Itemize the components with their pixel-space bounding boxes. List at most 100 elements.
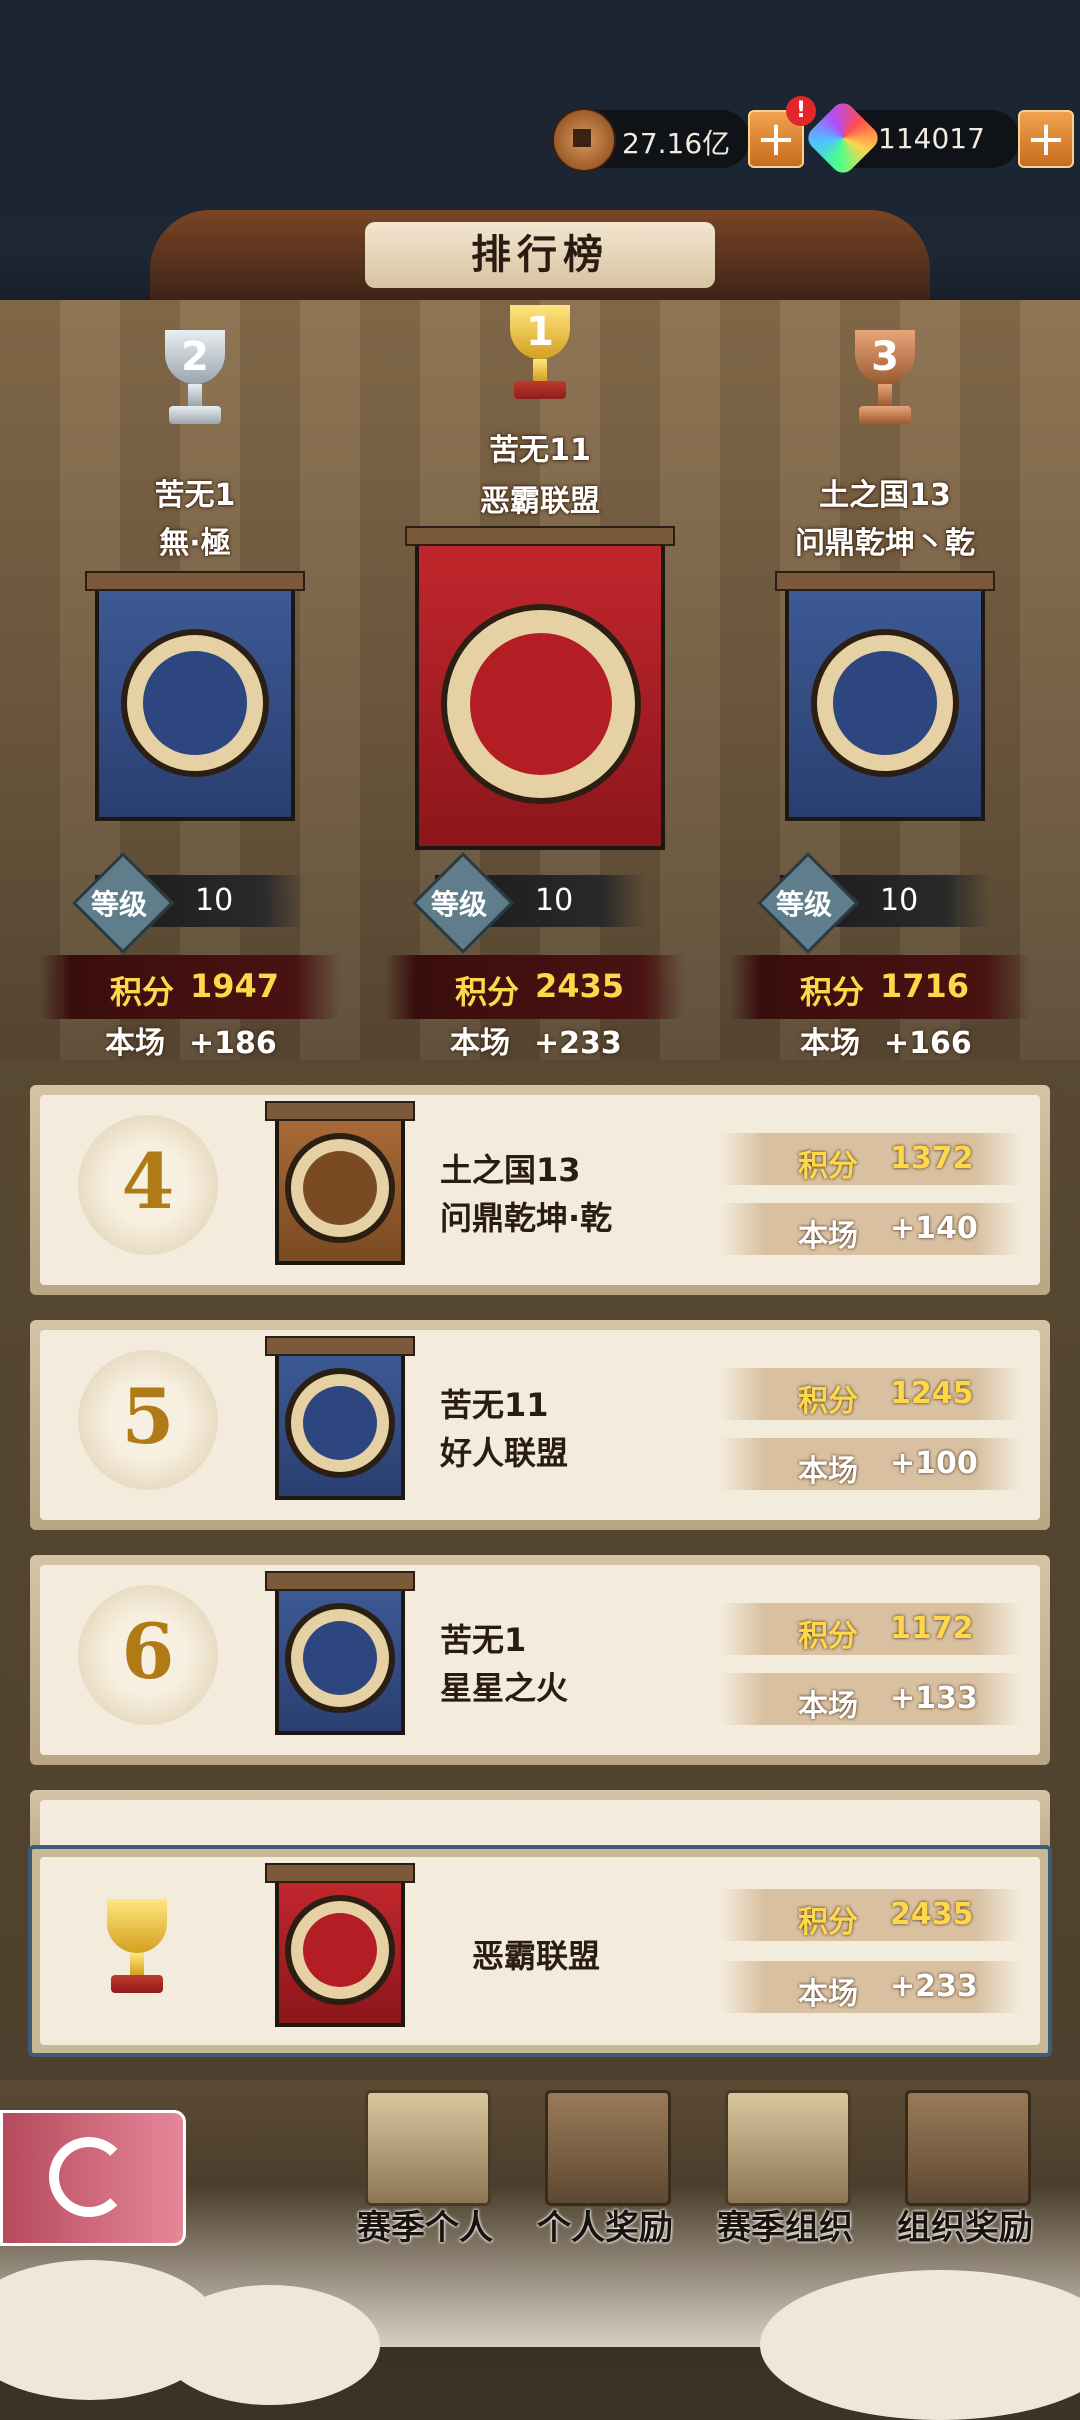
gain-bar: 本场 +140 (720, 1203, 1020, 1255)
server-name: 苦无11 (440, 1386, 549, 1424)
podium-rank: 3 (871, 334, 899, 380)
level-value: 10 (195, 883, 234, 918)
match-gain: 本场 +233 (450, 1018, 622, 1062)
score-bar: 积分 2435 (720, 1889, 1020, 1941)
score-label: 积分 (798, 1149, 858, 1184)
score-bar: 积分 1372 (720, 1133, 1020, 1185)
gain-label: 本场 (798, 1689, 858, 1724)
torii-emblem-icon (285, 1368, 395, 1478)
guild-banner[interactable] (265, 1101, 415, 1265)
guild-banner[interactable] (405, 526, 675, 850)
guild-name: 问鼎乾坤·乾 (440, 1199, 613, 1237)
score-value: 1947 (190, 967, 280, 1005)
moon-emblem-icon (285, 1603, 395, 1713)
level-label: 等级 (776, 888, 833, 921)
moon-emblem-icon (285, 1895, 395, 2005)
rank-flower: 5 (78, 1350, 218, 1490)
gift-box-icon (905, 2090, 1031, 2206)
level-badge: 等级 10 (412, 852, 645, 954)
menu-label: 组织奖励 (897, 2208, 1033, 2248)
match-gain: 本场 +186 (105, 1018, 277, 1062)
score-bar: 积分 1947 (40, 955, 340, 1019)
gain-value: +133 (890, 1681, 978, 1716)
gain-bar: 本场 +100 (720, 1438, 1020, 1490)
personal-reward-button[interactable]: 个人奖励 (525, 2080, 685, 2290)
page-title: 排行榜 (365, 222, 715, 288)
fan-emblem-icon (121, 629, 269, 777)
gold-trophy-icon: 1 (490, 305, 590, 405)
my-guild-row[interactable]: 恶霸联盟 积分 2435 本场 +233 (28, 1845, 1052, 2057)
rank-number: 6 (121, 1607, 175, 1696)
gain-label: 本场 (105, 1026, 165, 1061)
gain-bar: 本场 +233 (720, 1961, 1020, 2013)
season-guild-button[interactable]: 赛季组织 (705, 2080, 865, 2290)
podium-guild: 恶霸联盟 (480, 484, 600, 519)
guild-banner[interactable] (85, 571, 305, 821)
podium-rank: 1 (526, 309, 554, 355)
level-label: 等级 (431, 888, 488, 921)
guild-banner[interactable] (775, 571, 995, 821)
gain-bar: 本场 +133 (720, 1673, 1020, 1725)
guild-banner[interactable] (265, 1863, 415, 2027)
koi-emblem-icon (811, 629, 959, 777)
gain-label: 本场 (798, 1219, 858, 1254)
score-bar: 积分 1716 (730, 955, 1030, 1019)
score-label: 积分 (455, 973, 520, 1011)
list-item[interactable]: 4 土之国13 问鼎乾坤·乾 积分 1372 本场 +140 (30, 1085, 1050, 1295)
gain-value: +100 (890, 1446, 978, 1481)
podium-server: 苦无1 (154, 478, 236, 513)
gain-value: +166 (884, 1026, 972, 1061)
gem-amount: 114017 (878, 122, 985, 155)
gold-trophy-icon (87, 1899, 187, 1999)
rank-flower: 4 (78, 1115, 218, 1255)
silver-trophy-icon: 2 (145, 330, 245, 430)
server-name: 土之国13 (440, 1151, 581, 1189)
podium-icon (725, 2090, 851, 2206)
level-badge: 等级 10 (757, 852, 990, 954)
podium-icon (365, 2090, 491, 2206)
bronze-trophy-icon: 3 (835, 330, 935, 430)
guild-banner[interactable] (265, 1571, 415, 1735)
guild-name: 星星之火 (440, 1669, 569, 1707)
podium-server: 苦无11 (489, 433, 591, 468)
score-label: 积分 (798, 1384, 858, 1419)
gain-value: +186 (189, 1026, 277, 1061)
level-value: 10 (535, 883, 574, 918)
podium-server: 土之国13 (819, 478, 951, 513)
score-label: 积分 (798, 1905, 858, 1940)
swirl-icon (49, 2137, 129, 2217)
rank-number: 5 (121, 1372, 175, 1461)
add-gems-button[interactable]: + (1018, 110, 1074, 168)
guild-name: 好人联盟 (440, 1434, 569, 1472)
guild-name: 恶霸联盟 (472, 1937, 601, 1975)
moon-emblem-icon (441, 604, 641, 804)
back-button[interactable] (0, 2110, 186, 2246)
guild-banner[interactable] (265, 1336, 415, 1500)
guild-reward-button[interactable]: 组织奖励 (885, 2080, 1045, 2290)
gain-value: +233 (890, 1969, 978, 2004)
podium-guild: 無·極 (159, 526, 231, 561)
rank-flower: 6 (78, 1585, 218, 1725)
podium-guild: 问鼎乾坤丶乾 (795, 526, 975, 561)
bird-emblem-icon (285, 1133, 395, 1243)
gain-value: +140 (890, 1211, 978, 1246)
gain-label: 本场 (798, 1454, 858, 1489)
season-personal-button[interactable]: 赛季个人 (345, 2080, 505, 2290)
list-item[interactable]: 6 苦无1 星星之火 积分 1172 本场 +133 (30, 1555, 1050, 1765)
score-label: 积分 (800, 973, 865, 1011)
podium-rank: 2 (181, 334, 209, 380)
list-item[interactable]: 5 苦无11 好人联盟 积分 1245 本场 +100 (30, 1320, 1050, 1530)
score-value: 1716 (880, 967, 970, 1005)
cloud-decoration (160, 2285, 380, 2405)
gain-label: 本场 (800, 1026, 860, 1061)
gain-value: +233 (534, 1026, 622, 1061)
score-value: 1245 (890, 1376, 974, 1411)
coin-amount: 27.16亿 (622, 127, 731, 160)
match-gain: 本场 +166 (800, 1018, 972, 1062)
server-name: 苦无1 (440, 1621, 527, 1659)
score-bar: 积分 1172 (720, 1603, 1020, 1655)
gain-label: 本场 (798, 1977, 858, 2012)
rank-number: 4 (121, 1137, 175, 1226)
coin-icon (552, 108, 616, 172)
score-value: 1372 (890, 1141, 974, 1176)
